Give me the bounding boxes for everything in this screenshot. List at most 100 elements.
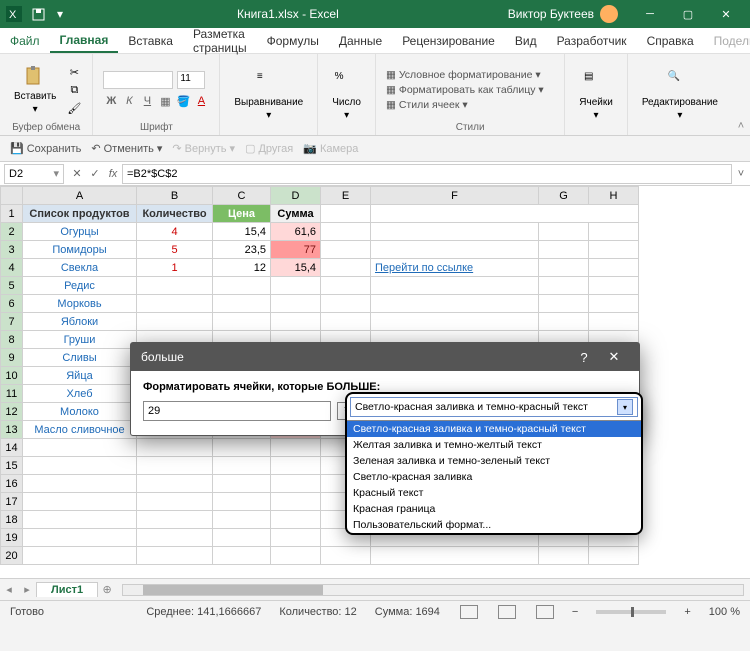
sheet-tab[interactable]: Лист1 <box>36 582 98 597</box>
cell[interactable] <box>137 547 213 565</box>
cell[interactable] <box>137 439 213 457</box>
cell[interactable] <box>321 547 371 565</box>
cell[interactable] <box>23 511 137 529</box>
row-header[interactable]: 14 <box>1 439 23 457</box>
maximize-button[interactable]: ▢ <box>670 2 706 26</box>
cell[interactable] <box>213 511 271 529</box>
format-option[interactable]: Зеленая заливка и темно-зеленый текст <box>347 453 641 469</box>
cell[interactable]: 77 <box>271 241 321 259</box>
cell[interactable]: Сливы <box>23 349 137 367</box>
cell[interactable] <box>371 223 539 241</box>
format-option[interactable]: Красный текст <box>347 485 641 501</box>
cell[interactable] <box>213 529 271 547</box>
column-header[interactable]: F <box>371 187 539 205</box>
threshold-input[interactable] <box>143 401 331 421</box>
row-header[interactable]: 13 <box>1 421 23 439</box>
cell[interactable]: Яйца <box>23 367 137 385</box>
sheet-nav-prev[interactable]: ◂ <box>0 583 18 596</box>
cell[interactable] <box>321 241 371 259</box>
tab-formulas[interactable]: Формулы <box>257 30 329 52</box>
name-box[interactable]: D2 ▾ <box>4 164 64 184</box>
cell[interactable] <box>321 295 371 313</box>
row-header[interactable]: 15 <box>1 457 23 475</box>
row-header[interactable]: 8 <box>1 331 23 349</box>
tab-data[interactable]: Данные <box>329 30 392 52</box>
view-normal-button[interactable] <box>460 605 478 619</box>
zoom-in-button[interactable]: + <box>684 606 690 618</box>
font-size-box[interactable]: 11 <box>177 71 205 89</box>
cell[interactable] <box>539 241 589 259</box>
cell-styles-button[interactable]: ▦ Стили ячеек ▾ <box>386 99 544 111</box>
cell[interactable]: Хлеб <box>23 385 137 403</box>
column-header[interactable]: B <box>137 187 213 205</box>
user-account[interactable]: Виктор Буктеев <box>508 5 618 23</box>
cell[interactable] <box>371 205 639 223</box>
cell[interactable] <box>539 547 589 565</box>
cell[interactable] <box>23 475 137 493</box>
cell[interactable] <box>371 277 539 295</box>
cell[interactable] <box>23 493 137 511</box>
cell[interactable] <box>271 439 321 457</box>
minimize-button[interactable]: ─ <box>632 2 668 26</box>
cell[interactable] <box>213 493 271 511</box>
cell[interactable] <box>589 313 639 331</box>
cell[interactable]: Количество <box>137 205 213 223</box>
dialog-help-button[interactable]: ? <box>569 350 599 365</box>
tab-view[interactable]: Вид <box>505 30 547 52</box>
save-button[interactable]: 💾Сохранить <box>10 142 81 155</box>
sheet-nav-next[interactable]: ▸ <box>18 583 36 596</box>
cell[interactable] <box>589 277 639 295</box>
cell[interactable]: 4 <box>137 223 213 241</box>
tab-home[interactable]: Главная <box>50 29 119 53</box>
column-header[interactable]: H <box>589 187 639 205</box>
row-header[interactable]: 20 <box>1 547 23 565</box>
cell[interactable]: Сумма <box>271 205 321 223</box>
cell[interactable] <box>137 475 213 493</box>
column-header[interactable]: E <box>321 187 371 205</box>
cell[interactable] <box>137 295 213 313</box>
cell[interactable] <box>213 457 271 475</box>
row-header[interactable]: 3 <box>1 241 23 259</box>
formula-input[interactable]: =B2*$C$2 <box>122 164 732 184</box>
cell[interactable] <box>137 457 213 475</box>
cell[interactable] <box>321 277 371 295</box>
dropdown-icon[interactable]: ▾ <box>52 6 68 22</box>
cancel-formula-button[interactable]: ✕ <box>68 165 86 183</box>
cell[interactable] <box>539 259 589 277</box>
format-option[interactable]: Светло-красная заливка и темно-красный т… <box>347 421 641 437</box>
tab-help[interactable]: Справка <box>637 30 704 52</box>
row-header[interactable]: 5 <box>1 277 23 295</box>
cell[interactable]: Цена <box>213 205 271 223</box>
cell[interactable]: Морковь <box>23 295 137 313</box>
row-header[interactable]: 9 <box>1 349 23 367</box>
cell[interactable] <box>137 493 213 511</box>
cell[interactable] <box>137 529 213 547</box>
column-header[interactable]: A <box>23 187 137 205</box>
cell[interactable] <box>213 277 271 295</box>
camera-button[interactable]: 📷Камера <box>303 142 358 155</box>
horizontal-scrollbar[interactable] <box>122 584 744 596</box>
cell[interactable]: 23,5 <box>213 241 271 259</box>
zoom-out-button[interactable]: − <box>572 606 578 618</box>
tab-file[interactable]: Файл <box>0 30 50 52</box>
cell[interactable] <box>271 547 321 565</box>
format-select[interactable]: Светло-красная заливка и темно-красный т… <box>350 397 638 417</box>
cell[interactable]: 5 <box>137 241 213 259</box>
cell[interactable] <box>271 475 321 493</box>
cell[interactable] <box>23 547 137 565</box>
redo-button[interactable]: ↷Вернуть ▾ <box>172 142 235 155</box>
cell[interactable]: Помидоры <box>23 241 137 259</box>
cell[interactable] <box>23 529 137 547</box>
format-as-table-button[interactable]: ▦ Форматировать как таблицу ▾ <box>386 84 544 96</box>
cell[interactable]: 61,6 <box>271 223 321 241</box>
close-button[interactable]: ✕ <box>708 2 744 26</box>
row-header[interactable]: 10 <box>1 367 23 385</box>
row-header[interactable]: 2 <box>1 223 23 241</box>
bold-button[interactable]: Ж <box>103 93 119 109</box>
font-color-button[interactable]: A <box>193 93 209 109</box>
cell[interactable]: Груши <box>23 331 137 349</box>
cell[interactable] <box>371 313 539 331</box>
copy-icon[interactable]: ⧉ <box>66 82 82 98</box>
select-all-corner[interactable] <box>1 187 23 205</box>
cell[interactable] <box>271 295 321 313</box>
